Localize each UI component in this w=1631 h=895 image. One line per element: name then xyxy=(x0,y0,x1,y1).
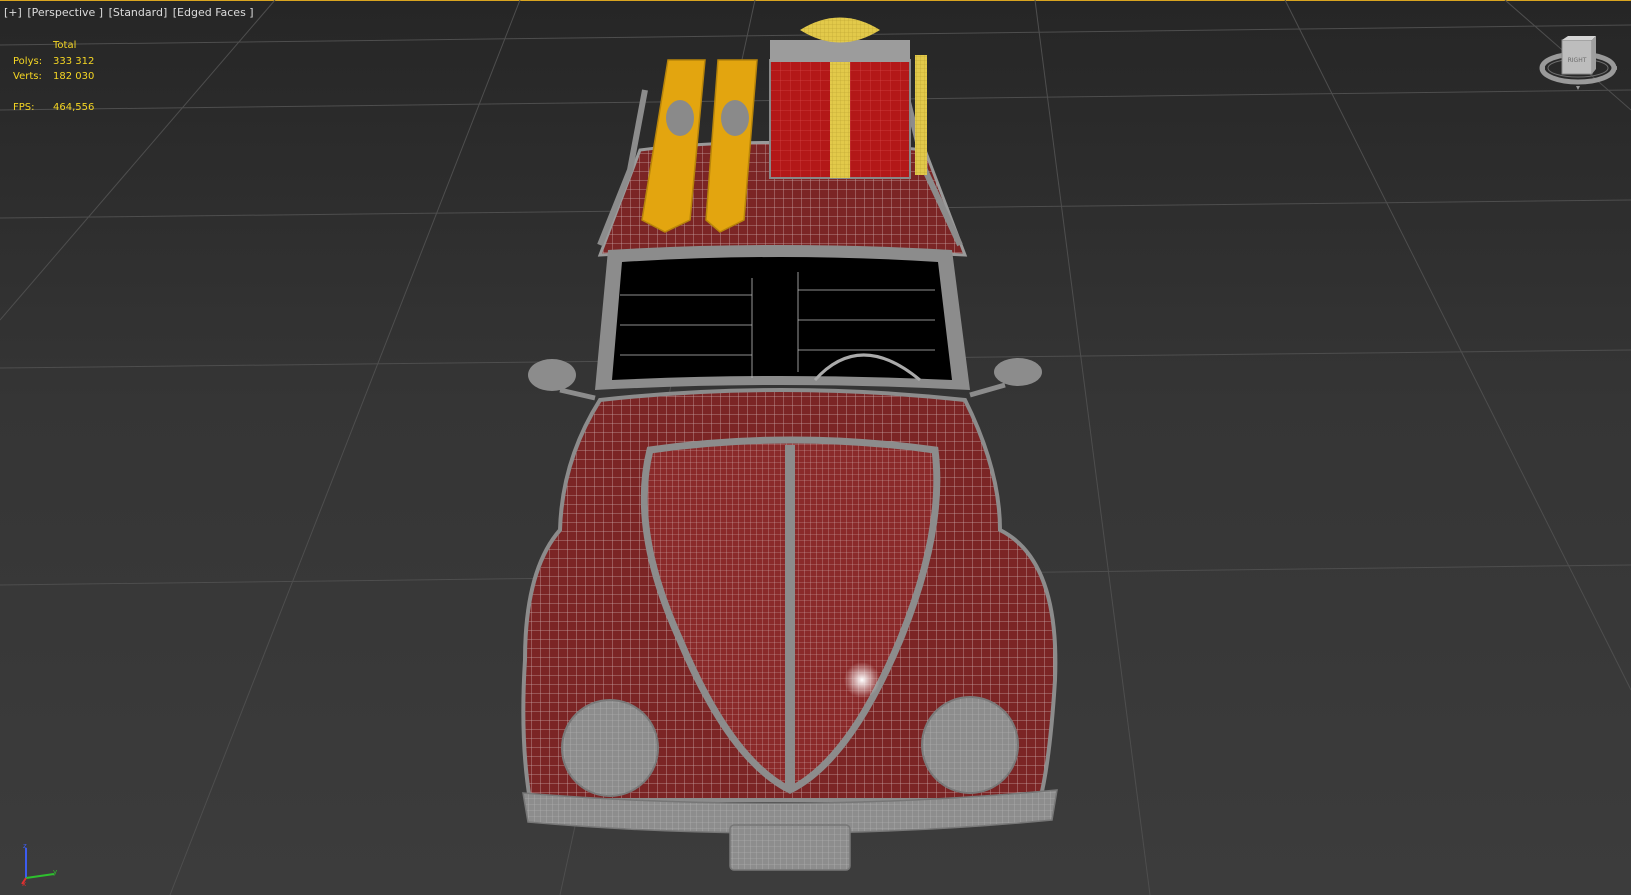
axis-tripod-icon: z y x xyxy=(18,840,62,888)
axis-y-label: y xyxy=(53,868,57,876)
polys-label: Polys: xyxy=(13,55,43,67)
stats-header: Total xyxy=(53,40,77,51)
viewport-point-of-view-menu[interactable]: [Perspective ] xyxy=(26,6,104,19)
polys-value: 333 312 xyxy=(53,55,95,67)
car-model xyxy=(521,17,1058,871)
axis-z-label: z xyxy=(23,842,27,850)
scene-canvas[interactable] xyxy=(0,0,1631,895)
fps-value: 464,556 xyxy=(53,101,95,113)
viewport-display-menu[interactable]: [Edged Faces ] xyxy=(172,6,255,19)
viewcube-face-label[interactable]: RIGHT xyxy=(1568,57,1587,64)
fps-label: FPS: xyxy=(13,101,35,113)
axis-x-label: x xyxy=(22,880,26,886)
viewport-general-menu[interactable]: [+] xyxy=(3,6,23,19)
viewcube-icon[interactable]: RIGHT xyxy=(1538,36,1618,96)
viewport-label-menu: [+] [Perspective ] [Standard] [Edged Fac… xyxy=(3,6,255,19)
statistics-overlay: Total Polys: 333 312 Verts: 182 030 FPS: 46… xyxy=(13,38,94,115)
verts-value: 182 030 xyxy=(53,71,95,82)
verts-label: Verts: xyxy=(13,71,42,82)
viewport-shading-menu[interactable]: [Standard] xyxy=(108,6,169,19)
viewport-perspective[interactable]: [+] [Perspective ] [Standard] [Edged Fac… xyxy=(0,0,1631,895)
